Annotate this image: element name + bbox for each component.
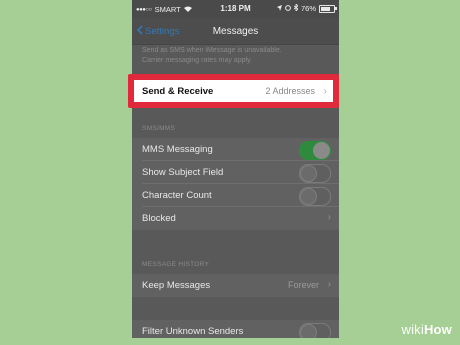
character-count-row: Character Count (132, 184, 339, 207)
phone-screen: ●●●○○ SMART 1:18 PM 76% Settings Message… (132, 0, 339, 338)
battery-percent: 76% (300, 4, 316, 13)
chevron-right-icon: › (327, 279, 331, 290)
show-subject-label: Show Subject Field (142, 167, 224, 178)
toggle-knob (300, 165, 317, 182)
sms-info-text: Send as SMS when iMessage is unavailable… (142, 46, 332, 66)
wikihow-watermark: wikiHow (401, 322, 452, 337)
keep-messages-value: Forever (287, 280, 319, 290)
info-line-2: Carrier messaging rates may apply. (142, 57, 252, 64)
filter-unknown-row: Filter Unknown Senders (132, 320, 339, 338)
chevron-right-icon: › (327, 212, 331, 223)
blocked-row[interactable]: Blocked › (132, 207, 339, 230)
bluetooth-icon (293, 3, 299, 13)
alarm-icon (285, 4, 291, 13)
status-bar: ●●●○○ SMART 1:18 PM 76% (132, 0, 339, 18)
mms-messaging-label: MMS Messaging (142, 144, 213, 155)
nav-bar: Settings Messages (132, 18, 339, 45)
battery-fill (321, 6, 331, 11)
location-icon (276, 4, 282, 13)
watermark-part-1: wiki (401, 322, 424, 337)
send-receive-label: Send & Receive (142, 85, 214, 97)
watermark-part-2: How (423, 322, 452, 337)
chevron-right-icon: › (323, 85, 327, 97)
character-count-toggle[interactable] (299, 187, 331, 206)
show-subject-toggle[interactable] (299, 164, 331, 183)
toggle-knob (313, 142, 330, 159)
page-title: Messages (212, 26, 259, 37)
keep-messages-label: Keep Messages (142, 280, 211, 291)
blocked-label: Blocked (142, 213, 176, 224)
status-right: 76% (276, 3, 337, 13)
info-line-1: Send as SMS when iMessage is unavailable… (142, 47, 282, 54)
battery-icon (319, 4, 337, 13)
message-history-header: MESSAGE HISTORY (142, 261, 210, 268)
mms-messaging-toggle[interactable] (299, 141, 331, 160)
mms-messaging-row: MMS Messaging (132, 138, 339, 161)
toggle-knob (300, 188, 317, 205)
toggle-knob (300, 324, 317, 338)
character-count-label: Character Count (142, 190, 212, 201)
send-receive-row[interactable]: Send & Receive 2 Addresses › (134, 80, 333, 102)
show-subject-row: Show Subject Field (132, 161, 339, 184)
filter-unknown-toggle[interactable] (299, 323, 331, 338)
filter-unknown-label: Filter Unknown Senders (142, 326, 244, 337)
sms-mms-header: SMS/MMS (142, 125, 176, 132)
keep-messages-row[interactable]: Keep Messages Forever › (132, 274, 339, 297)
send-receive-value: 2 Addresses (265, 86, 315, 96)
